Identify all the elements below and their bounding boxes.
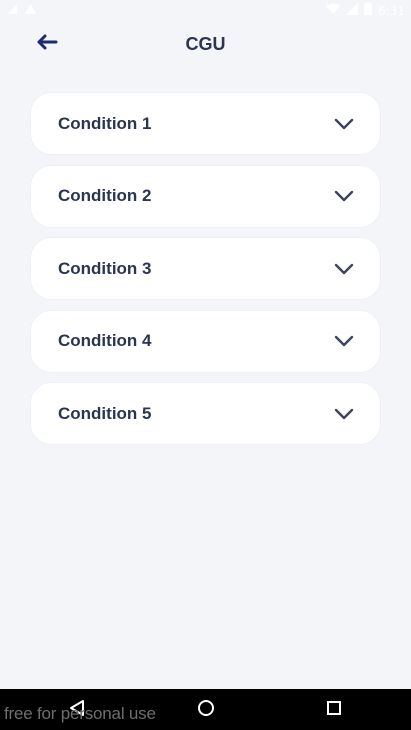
system-nav-bar: free for personal use — [0, 689, 411, 730]
nav-home-button[interactable] — [195, 699, 217, 721]
recents-square-icon — [326, 700, 342, 721]
accordion-item-label: Condition 5 — [58, 403, 152, 423]
chevron-down-icon — [334, 335, 354, 347]
chevron-down-icon — [334, 408, 354, 420]
warning-icon — [24, 2, 37, 20]
status-left-icons — [6, 2, 37, 20]
watermark-text: free for personal use — [4, 704, 156, 723]
chevron-down-icon — [334, 263, 354, 275]
accordion-item-label: Condition 4 — [58, 331, 152, 350]
conditions-accordion: Condition 1 Condition 2 Condition 3 Cond… — [31, 93, 380, 456]
accordion-item-condition-2[interactable]: Condition 2 — [31, 165, 380, 227]
home-circle-icon — [197, 699, 215, 722]
accordion-item-condition-4[interactable]: Condition 4 — [31, 310, 380, 372]
app-header: CGU — [0, 22, 411, 66]
status-time: 6:31 — [378, 4, 405, 18]
accordion-item-label: Condition 1 — [58, 113, 152, 133]
battery-icon — [364, 2, 373, 20]
accordion-item-condition-1[interactable]: Condition 1 — [31, 93, 380, 154]
nav-recents-button[interactable] — [323, 699, 345, 721]
signal-icon — [346, 2, 359, 20]
accordion-item-condition-5[interactable]: Condition 5 — [31, 383, 380, 444]
sim-icon — [6, 2, 18, 20]
wifi-icon — [326, 2, 341, 20]
chevron-down-icon — [334, 118, 354, 130]
status-bar: 6:31 — [0, 0, 411, 22]
status-right-icons: 6:31 — [326, 2, 405, 20]
accordion-item-label: Condition 3 — [58, 258, 152, 278]
accordion-item-condition-3[interactable]: Condition 3 — [31, 238, 380, 299]
accordion-item-label: Condition 2 — [58, 186, 152, 205]
chevron-down-icon — [334, 190, 354, 202]
page-title: CGU — [185, 34, 226, 54]
